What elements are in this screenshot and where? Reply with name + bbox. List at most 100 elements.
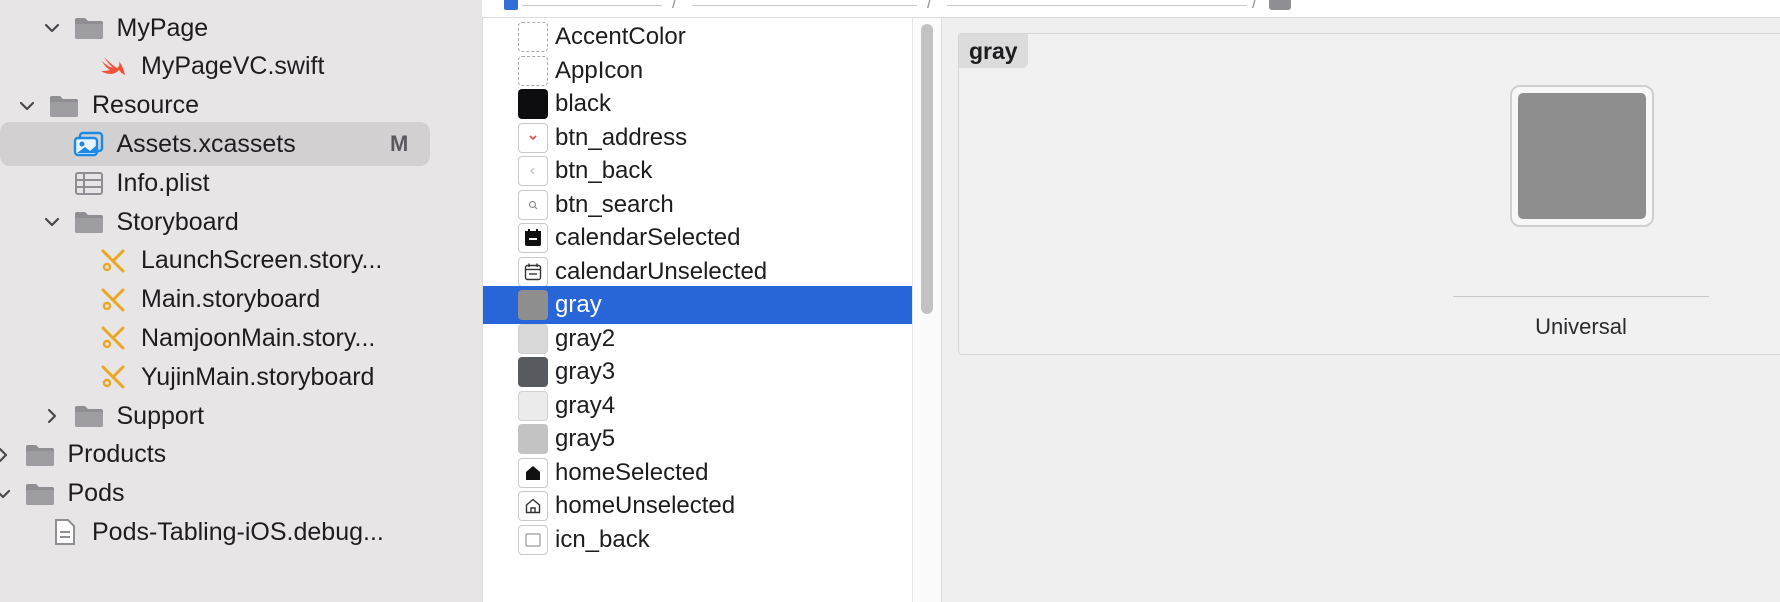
asset-row[interactable]: gray3 — [483, 353, 912, 391]
scrollbar-thumb[interactable] — [921, 24, 933, 314]
chevron-down-icon[interactable] — [16, 95, 38, 117]
asset-row[interactable]: homeSelected — [483, 454, 912, 492]
asset-row[interactable]: AppIcon — [483, 52, 912, 90]
chevron-down-icon[interactable] — [41, 211, 63, 233]
asset-row[interactable]: btn_back — [483, 152, 912, 190]
breadcrumb-segment[interactable] — [522, 5, 662, 6]
navigator-item-label: Main.storyboard — [141, 285, 321, 314]
color-thumbnail — [518, 290, 548, 320]
calendar-outline-icon — [518, 256, 548, 287]
placeholder-thumbnail — [518, 22, 548, 52]
color-set-name: gray — [959, 34, 1028, 68]
color-thumbnail — [518, 424, 548, 454]
jump-bar[interactable]: / / / — [482, 0, 1780, 18]
project-icon[interactable] — [504, 0, 518, 10]
navigator-item[interactable]: Storyboard — [0, 200, 482, 244]
asset-name: icn_back — [555, 525, 650, 553]
navigator-item[interactable]: MyPage — [0, 6, 482, 50]
asset-row[interactable]: black — [483, 85, 912, 123]
navigator-item-label: Storyboard — [116, 207, 239, 236]
image-icon — [518, 524, 548, 555]
navigator-item[interactable]: Pods-Tabling-iOS.debug... — [0, 510, 482, 554]
chevron-left-icon — [518, 156, 548, 186]
asset-list-scrollbar[interactable] — [912, 18, 942, 602]
asset-name: AppIcon — [555, 56, 644, 84]
asset-row[interactable]: gray5 — [483, 420, 912, 458]
asset-name: gray4 — [555, 391, 616, 419]
breadcrumb-segment[interactable] — [947, 5, 1247, 6]
navigator-item[interactable]: Pods — [0, 472, 482, 516]
chevron-right-icon[interactable] — [41, 405, 63, 427]
navigator-item[interactable]: LaunchScreen.story... — [0, 239, 482, 283]
asset-row[interactable]: gray — [483, 286, 912, 324]
asset-row[interactable]: homeUnselected — [483, 487, 912, 525]
asset-row[interactable]: btn_search — [483, 186, 912, 224]
folder-icon — [48, 92, 80, 120]
appearance-label: Universal — [1535, 314, 1627, 339]
chevron-down-icon[interactable] — [0, 483, 14, 505]
storyboard-icon — [97, 324, 129, 352]
storyboard-icon — [97, 363, 129, 391]
navigator-item[interactable]: Main.storyboard — [0, 278, 482, 322]
color-swatch[interactable] — [1518, 93, 1646, 219]
navigator-item-label: Pods-Tabling-iOS.debug... — [92, 517, 384, 546]
chevron-right-icon[interactable] — [0, 444, 14, 466]
folder-icon — [24, 480, 56, 508]
navigator-item[interactable]: MyPageVC.swift — [0, 45, 482, 89]
asset-name: gray3 — [555, 358, 616, 385]
color-set-panel: gray Universal — [958, 33, 1780, 355]
color-well-universal[interactable] — [1510, 85, 1654, 227]
swift-file-icon — [97, 53, 129, 81]
placeholder-thumbnail — [518, 55, 548, 86]
breadcrumb-segment[interactable] — [692, 5, 917, 6]
home-outline-icon — [518, 491, 548, 521]
color-thumbnail — [518, 323, 548, 354]
asset-name: homeUnselected — [555, 492, 736, 519]
asset-name: calendarSelected — [555, 224, 741, 251]
asset-row[interactable]: calendarSelected — [483, 219, 912, 257]
navigator-item[interactable]: Resource — [0, 84, 482, 128]
navigator-item-label: Products — [67, 440, 167, 469]
asset-name: gray2 — [555, 324, 616, 352]
search-icon — [518, 189, 548, 220]
chevron-down-red-icon — [518, 122, 548, 153]
navigator-item[interactable]: YujinMain.storyboard — [0, 355, 482, 399]
navigator-item[interactable]: Assets.xcassets M — [0, 122, 482, 167]
navigator-item-label: Resource — [92, 91, 199, 120]
asset-catalog-list: AccentColor AppIcon black btn_address btn_ba… — [482, 18, 912, 602]
asset-row[interactable]: gray2 — [483, 320, 912, 358]
asset-row[interactable]: AccentColor — [483, 18, 912, 56]
navigator-item-label: MyPage — [116, 13, 209, 42]
folder-icon — [73, 14, 105, 42]
asset-name: black — [555, 90, 612, 117]
file-icon — [48, 518, 80, 546]
navigator-item[interactable]: Info.plist — [0, 161, 482, 205]
navigator-item[interactable]: Products — [0, 433, 482, 477]
navigator-item-label: Pods — [67, 479, 125, 508]
navigator-item-label: Support — [116, 401, 205, 430]
color-set-icon[interactable] — [1269, 0, 1291, 10]
navigator-item[interactable]: NamjoonMain.story... — [0, 316, 482, 360]
navigator-item[interactable]: Support — [0, 394, 482, 438]
asset-row[interactable]: icn_back — [483, 521, 912, 559]
asset-row[interactable]: gray4 — [483, 387, 912, 425]
asset-name: calendarUnselected — [555, 257, 768, 285]
asset-name: gray5 — [555, 425, 616, 452]
folder-icon — [73, 402, 105, 430]
navigator-item-label: Info.plist — [116, 168, 210, 197]
asset-name: btn_search — [555, 190, 674, 218]
navigator-item-label: NamjoonMain.story... — [141, 323, 376, 352]
asset-row[interactable]: calendarUnselected — [483, 253, 912, 291]
plist-icon — [73, 169, 105, 197]
asset-name: btn_address — [555, 123, 688, 151]
asset-row[interactable]: btn_address — [483, 119, 912, 157]
asset-catalog-icon — [73, 130, 105, 158]
chevron-down-icon[interactable] — [41, 17, 63, 39]
asset-name: AccentColor — [555, 23, 686, 50]
